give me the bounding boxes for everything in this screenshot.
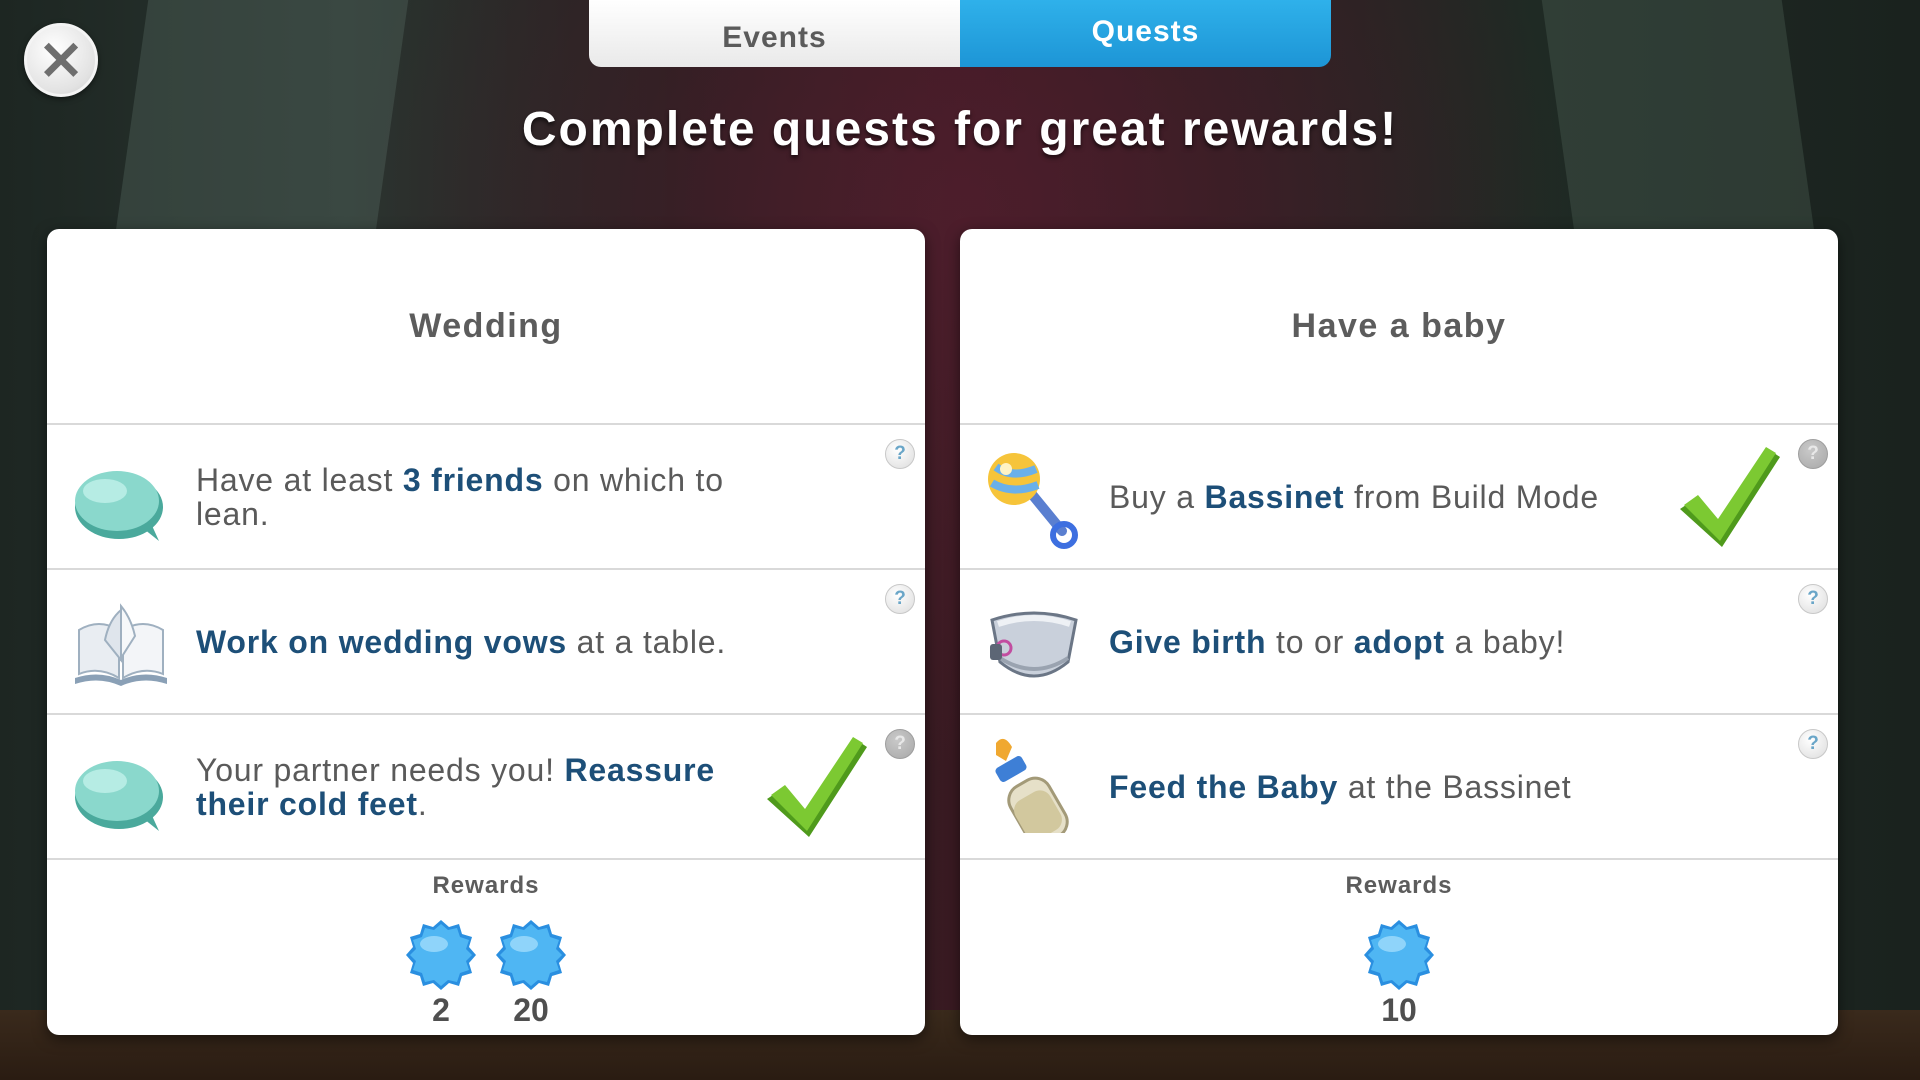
rewards-label: Rewards [432,872,540,899]
quest-title: Wedding [47,229,925,425]
quest-task-text: Have at least 3 friends on which to lean… [196,463,735,531]
quest-task-row[interactable]: Feed the Baby at the Bassinet ? [960,715,1838,860]
quest-title: Have a baby [960,229,1838,425]
close-icon: × [36,24,86,92]
checkmark-icon [1676,443,1784,553]
help-icon[interactable]: ? [1798,729,1828,759]
task-highlight-text: adopt [1353,623,1445,660]
blue-seal-icon [494,918,568,996]
blue-seal-icon [404,918,478,996]
reward-item: 20 [495,918,567,1029]
help-icon[interactable]: ? [1798,584,1828,614]
baby-bottle-icon [982,738,1086,846]
quest-task-text: Buy a Bassinet from Build Mode [1109,480,1648,514]
quest-task-row[interactable]: Buy a Bassinet from Build Mode ? [960,425,1838,570]
reward-list: 10 [960,918,1838,1029]
task-highlight-text: Feed the Baby [1109,768,1339,805]
diaper-icon [982,600,1086,690]
task-text-segment: a baby! [1444,623,1566,660]
close-button[interactable]: × [24,23,98,97]
reward-item: 10 [1363,918,1435,1029]
quest-card-have-a-baby: Have a baby Buy a Bassinet from Build Mo… [960,229,1838,1035]
help-icon[interactable]: ? [885,584,915,614]
task-text-segment: . [417,785,428,822]
blue-seal-icon [1362,918,1436,996]
tab-events[interactable]: Events [589,0,960,67]
tab-bar: Events Quests [589,0,1331,67]
reward-value: 2 [432,992,450,1028]
task-text-segment: from Build Mode [1344,478,1600,515]
rewards-section: Rewards 10 [960,860,1838,1032]
quest-task-text: Give birth to or adopt a baby! [1109,625,1648,659]
quest-task-text: Work on wedding vows at a table. [196,625,735,659]
task-text-segment: to or [1266,623,1354,660]
open-book-icon [69,600,173,690]
reward-list: 2 20 [47,918,925,1029]
reward-item: 2 [405,918,477,1029]
checkmark-icon [763,733,871,843]
task-text-segment: Buy a [1109,478,1205,515]
help-icon[interactable]: ? [885,729,915,759]
task-highlight-text: Give birth [1109,623,1267,660]
quest-task-text: Feed the Baby at the Bassinet [1109,770,1648,804]
reward-value: 20 [513,992,549,1028]
task-text-segment: at a table. [566,623,727,660]
speech-bubble-icon [69,745,173,835]
quest-task-row[interactable]: Your partner needs you! Reassure their c… [47,715,925,860]
page-headline: Complete quests for great rewards! [521,103,1399,156]
quest-task-row[interactable]: Have at least 3 friends on which to lean… [47,425,925,570]
task-highlight-text: Work on wedding vows [196,623,567,660]
quest-task-row[interactable]: Work on wedding vows at a table. ? [47,570,925,715]
quest-task-text: Your partner needs you! Reassure their c… [196,753,735,821]
task-text-segment: Have at least [196,461,403,498]
task-highlight-text: 3 friends [402,461,544,498]
quest-card-wedding: Wedding Have at least 3 friends on which… [47,229,925,1035]
reward-value: 10 [1381,992,1417,1028]
task-text-segment: at the Bassinet [1338,768,1572,805]
help-icon[interactable]: ? [885,439,915,469]
help-icon[interactable]: ? [1798,439,1828,469]
quest-task-row[interactable]: Give birth to or adopt a baby! ? [960,570,1838,715]
task-text-segment: Your partner needs you! [196,751,565,788]
tab-quests[interactable]: Quests [960,0,1331,67]
rattle-icon [982,453,1086,549]
rewards-section: Rewards 2 20 [47,860,925,1032]
speech-bubble-icon [69,455,173,545]
rewards-label: Rewards [1345,872,1453,899]
task-highlight-text: Bassinet [1204,478,1345,515]
